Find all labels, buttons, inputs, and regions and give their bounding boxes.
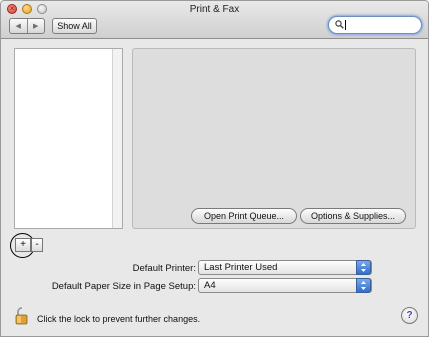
forward-icon[interactable]: ▶	[28, 19, 45, 33]
lock-message: Click the lock to prevent further change…	[37, 314, 201, 324]
default-paper-size-label: Default Paper Size in Page Setup:	[51, 281, 196, 292]
printer-list-scrollbar[interactable]	[112, 49, 122, 228]
help-button[interactable]: ?	[401, 307, 418, 324]
printer-list[interactable]	[14, 48, 123, 229]
lock-icon[interactable]	[14, 307, 30, 325]
popup-arrows-icon	[356, 278, 371, 293]
back-icon[interactable]: ◀	[10, 19, 28, 33]
options-supplies-button[interactable]: Options & Supplies...	[300, 208, 406, 224]
default-printer-popup[interactable]: Last Printer Used	[198, 260, 372, 275]
search-icon	[335, 20, 344, 31]
print-fax-window: × Print & Fax ◀ ▶ Show All Open Print Qu…	[0, 0, 429, 337]
title-bar: × Print & Fax ◀ ▶ Show All	[1, 1, 428, 39]
search-field[interactable]	[328, 16, 422, 34]
open-print-queue-button[interactable]: Open Print Queue...	[191, 208, 297, 224]
default-paper-size-value: A4	[204, 280, 216, 291]
default-paper-size-popup[interactable]: A4	[198, 278, 372, 293]
back-forward-control: ◀ ▶	[9, 18, 45, 34]
printer-detail-pane	[132, 48, 416, 229]
show-all-button[interactable]: Show All	[52, 18, 97, 34]
default-printer-label: Default Printer:	[132, 263, 196, 274]
window-title: Print & Fax	[189, 4, 240, 15]
default-printer-value: Last Printer Used	[204, 262, 278, 273]
popup-arrows-icon	[356, 260, 371, 275]
remove-printer-button[interactable]: -	[31, 238, 43, 252]
add-printer-button[interactable]: +	[15, 238, 31, 252]
search-text-caret	[345, 20, 346, 30]
